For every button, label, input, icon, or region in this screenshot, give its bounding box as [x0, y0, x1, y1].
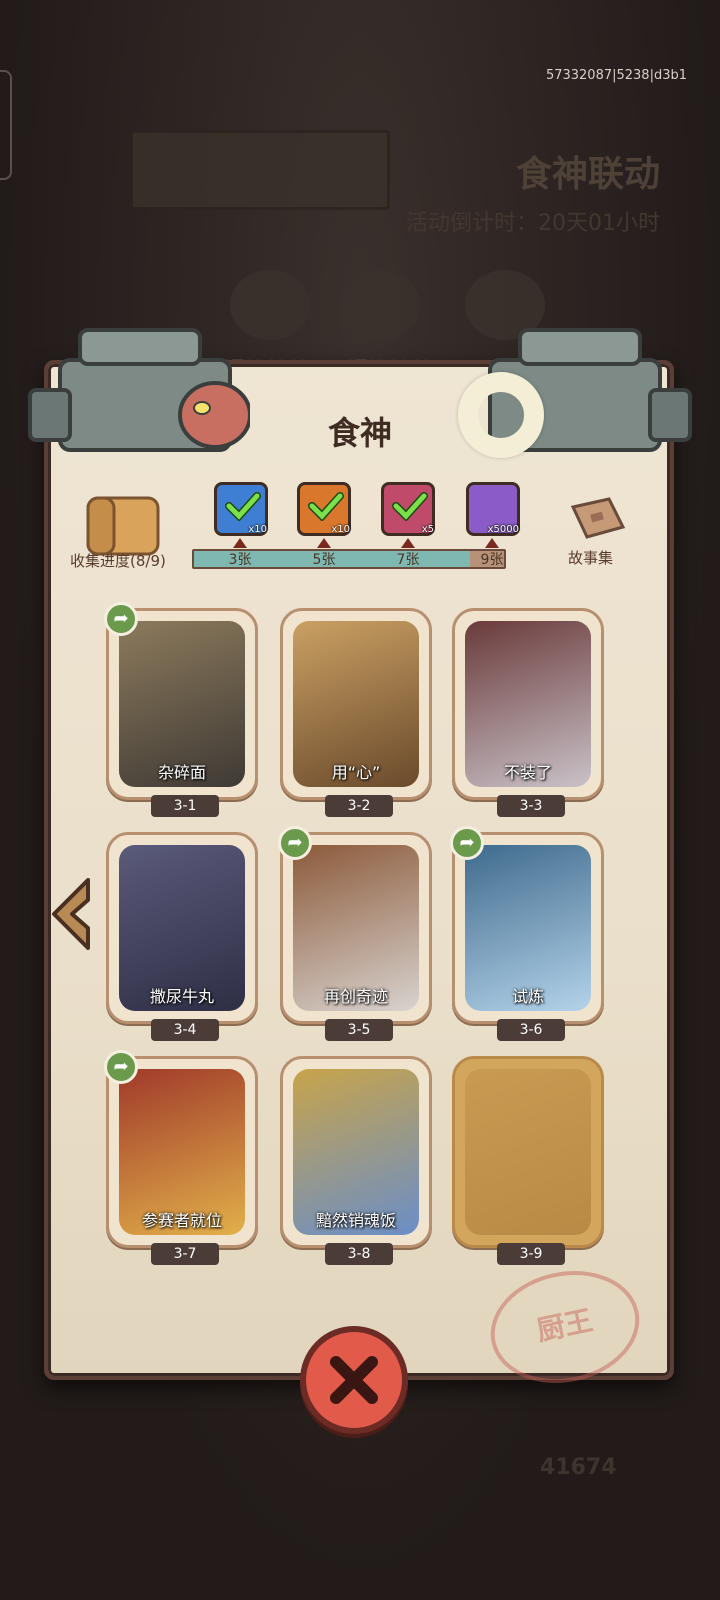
card-number: 3-5 [325, 1019, 393, 1041]
card-title: 杂碎面 [157, 763, 206, 782]
card-title: 黯然销魂饭 [315, 1211, 396, 1230]
close-x-icon [330, 1356, 378, 1404]
milestone-label: 9张 [480, 552, 504, 568]
collection-card[interactable]: 黯然销魂饭 3-8 [280, 1056, 432, 1265]
build-id: 57332087|5238|d3b1 [545, 68, 687, 83]
card-title: 撒尿牛丸 [149, 987, 214, 1006]
share-arrow-icon[interactable]: ➦ [450, 826, 484, 860]
milestone-reward[interactable]: x10 [214, 482, 268, 536]
card-title: 再创奇迹 [323, 987, 388, 1006]
milestone-reward[interactable]: x5 [381, 482, 435, 536]
collection-card[interactable]: 参赛者就位 3-7 [106, 1056, 258, 1265]
collection-card[interactable]: 撒尿牛丸 3-4 [106, 832, 258, 1041]
milestone-label: 7张 [396, 552, 420, 568]
background-shelf [130, 130, 390, 210]
milestone-marker [317, 538, 331, 548]
milestone-reward[interactable]: x5000 [466, 482, 520, 536]
share-arrow-icon[interactable]: ➦ [104, 602, 138, 636]
background-item [340, 270, 420, 340]
check-icon [225, 492, 261, 521]
card-number: 3-8 [325, 1243, 393, 1265]
card-number: 3-3 [497, 795, 565, 817]
story-collection-label[interactable]: 故事集 [568, 547, 613, 568]
milestone-marker [401, 538, 415, 548]
card-title: 试炼 [511, 987, 544, 1006]
milestone-marker [233, 538, 247, 548]
collection-card[interactable]: 再创奇迹 3-5 [280, 832, 432, 1041]
event-title: 食神联动 [515, 154, 660, 195]
story-book-icon[interactable] [565, 497, 627, 547]
page-title: 食神 [327, 414, 392, 452]
coin-count: 41674 [540, 1455, 617, 1480]
collection-card[interactable]: 用“心” 3-2 [280, 608, 432, 817]
check-icon [308, 492, 344, 521]
event-countdown: 活动倒计时：20天01小时 [406, 211, 660, 236]
collection-card[interactable]: 杂碎面 3-1 [106, 608, 258, 817]
reward-quantity: x10 [248, 524, 267, 535]
milestone-label: 3张 [228, 552, 252, 568]
card-number: 3-6 [497, 1019, 565, 1041]
reward-quantity: x10 [331, 524, 350, 535]
card-title: 不装了 [503, 763, 552, 782]
card-number: 3-2 [325, 795, 393, 817]
collection-card[interactable]: 试炼 3-6 [452, 832, 604, 1041]
close-button[interactable] [300, 1326, 408, 1434]
card-number: 3-9 [497, 1243, 565, 1265]
side-tab [0, 70, 12, 180]
reward-quantity: x5000 [487, 524, 519, 535]
left-arrow-icon[interactable] [48, 876, 94, 952]
card-number: 3-4 [151, 1019, 219, 1041]
milestone-label: 5张 [312, 552, 336, 568]
milestone-marker [485, 538, 499, 548]
check-icon [392, 492, 428, 521]
card-pack-icon [86, 496, 160, 556]
card-number: 3-1 [151, 795, 219, 817]
locked-card-art [465, 1069, 591, 1235]
card-number: 3-7 [151, 1243, 219, 1265]
card-locked[interactable]: 3-9 [452, 1056, 604, 1265]
share-arrow-icon[interactable]: ➦ [278, 826, 312, 860]
reward-quantity: x5 [421, 524, 434, 535]
milestone-reward[interactable]: x10 [297, 482, 351, 536]
progress-label: 收集进度(8/9) [70, 552, 166, 570]
card-title: 用“心” [331, 763, 381, 782]
card-title: 参赛者就位 [141, 1211, 222, 1230]
collection-card[interactable]: 不装了 3-3 [452, 608, 604, 817]
share-arrow-icon[interactable]: ➦ [104, 1050, 138, 1084]
